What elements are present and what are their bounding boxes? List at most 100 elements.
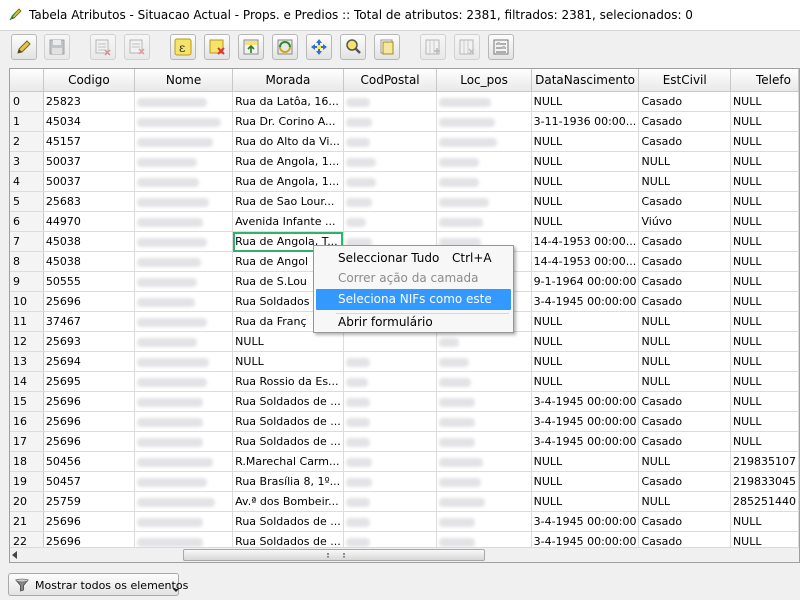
toggle-editing-button[interactable] <box>11 34 37 60</box>
row-header[interactable]: 11 <box>10 311 44 332</box>
cell-datanascimento[interactable]: 3-4-1945 00:00:00 <box>531 411 640 432</box>
table-row[interactable]: 18 50456 R.Marechal Carm... NULL NULL 2198351… <box>10 451 799 472</box>
cell-morada[interactable]: Rua Soldados de ... <box>232 511 344 532</box>
row-header[interactable]: 1 <box>10 111 44 132</box>
row-header[interactable]: 7 <box>10 231 44 252</box>
row-header[interactable]: 14 <box>10 371 44 392</box>
cell-estcivil[interactable]: NULL <box>638 331 731 352</box>
cell-nome-redacted[interactable] <box>134 371 234 392</box>
table-row[interactable]: 17 25696 Rua Soldados de ... 3-4-1945 00:00… <box>10 431 799 452</box>
cell-telefone[interactable]: NULL <box>730 91 799 112</box>
unselect-all-button[interactable] <box>204 34 230 60</box>
cell-telefone[interactable]: NULL <box>730 391 799 412</box>
cell-morada[interactable]: Rua da Latôa, 16... <box>232 91 344 112</box>
cell-estcivil[interactable]: Casado <box>638 291 731 312</box>
cell-morada[interactable]: Rua Brasília 8, 1º... <box>232 471 344 492</box>
table-row[interactable]: 1 45034 Rua Dr. Corino A... 3-11-1936 00:00… <box>10 111 799 132</box>
cell-datanascimento[interactable]: 3-4-1945 00:00:00 <box>531 431 640 452</box>
column-header-datanascimento[interactable]: DataNascimento <box>531 69 640 92</box>
cell-telefone[interactable]: NULL <box>730 291 799 312</box>
cell-telefone[interactable]: NULL <box>730 271 799 292</box>
cell-telefone[interactable]: NULL <box>730 511 799 532</box>
menu-item-select-all[interactable]: Seleccionar Tudo Ctrl+A <box>316 248 511 269</box>
cell-datanascimento[interactable]: 3-11-1936 00:00... <box>531 111 640 132</box>
cell-loc-pos-redacted[interactable] <box>436 391 532 412</box>
cell-codpostal-redacted[interactable] <box>343 131 438 152</box>
cell-datanascimento[interactable]: 3-4-1945 00:00:00 <box>531 291 640 312</box>
cell-codpostal-redacted[interactable] <box>343 411 438 432</box>
cell-codigo[interactable]: 45157 <box>43 131 135 152</box>
cell-codigo[interactable]: 50555 <box>43 271 135 292</box>
cell-nome-redacted[interactable] <box>134 211 234 232</box>
cell-datanascimento[interactable]: 3-4-1945 00:00:00 <box>531 511 640 532</box>
cell-morada[interactable]: Rua Soldados de ... <box>232 391 344 412</box>
row-header[interactable]: 16 <box>10 411 44 432</box>
cell-telefone[interactable]: NULL <box>730 431 799 452</box>
row-header[interactable]: 19 <box>10 471 44 492</box>
cell-loc-pos-redacted[interactable] <box>436 371 532 392</box>
cell-nome-redacted[interactable] <box>134 351 234 372</box>
cell-codpostal-redacted[interactable] <box>343 451 438 472</box>
cell-loc-pos-redacted[interactable] <box>436 511 532 532</box>
cell-datanascimento[interactable]: NULL <box>531 371 640 392</box>
cell-estcivil[interactable]: Casado <box>638 471 731 492</box>
cell-morada[interactable]: Rua Soldados de ... <box>232 411 344 432</box>
cell-telefone[interactable]: 285251440 <box>730 491 799 512</box>
cell-loc-pos-redacted[interactable] <box>436 471 532 492</box>
cell-nome-redacted[interactable] <box>134 231 234 252</box>
row-header[interactable]: 12 <box>10 331 44 352</box>
cell-datanascimento[interactable]: 14-4-1953 00:00... <box>531 251 640 272</box>
cell-codigo[interactable]: 44970 <box>43 211 135 232</box>
cell-codpostal-redacted[interactable] <box>343 91 438 112</box>
cell-estcivil[interactable]: Casado <box>638 251 731 272</box>
cell-nome-redacted[interactable] <box>134 271 234 292</box>
row-header[interactable]: 20 <box>10 491 44 512</box>
cell-estcivil[interactable]: Casado <box>638 411 731 432</box>
row-header[interactable]: 17 <box>10 431 44 452</box>
cell-codpostal-redacted[interactable] <box>343 171 438 192</box>
table-row[interactable]: 4 50037 Rua de Angola, 1... NULL NULL NULL <box>10 171 799 192</box>
row-header[interactable]: 21 <box>10 511 44 532</box>
cell-codigo[interactable]: 50037 <box>43 151 135 172</box>
cell-datanascimento[interactable]: 9-1-1964 00:00:00 <box>531 271 640 292</box>
cell-estcivil[interactable]: NULL <box>638 451 731 472</box>
table-row[interactable]: 16 25696 Rua Soldados de ... 3-4-1945 00:00… <box>10 411 799 432</box>
table-row[interactable]: 12 25693 NULL NULL NULL NULL <box>10 331 799 352</box>
cell-estcivil[interactable]: Casado <box>638 391 731 412</box>
scroll-left-arrow-icon[interactable] <box>12 551 17 559</box>
cell-codpostal-redacted[interactable] <box>343 351 438 372</box>
row-header[interactable]: 6 <box>10 211 44 232</box>
cell-nome-redacted[interactable] <box>134 151 234 172</box>
cell-codpostal-redacted[interactable] <box>343 511 438 532</box>
cell-estcivil[interactable]: NULL <box>638 311 731 332</box>
cell-morada[interactable]: Avenida Infante ... <box>232 211 344 232</box>
cell-telefone[interactable]: NULL <box>730 171 799 192</box>
cell-datanascimento[interactable]: 14-4-1953 00:00... <box>531 231 640 252</box>
cell-codpostal-redacted[interactable] <box>343 491 438 512</box>
cell-datanascimento[interactable]: NULL <box>531 331 640 352</box>
cell-telefone[interactable]: NULL <box>730 371 799 392</box>
cell-morada[interactable]: Rua Soldados de ... <box>232 431 344 452</box>
table-row[interactable]: 13 25694 NULL NULL NULL NULL <box>10 351 799 372</box>
cell-telefone[interactable]: NULL <box>730 211 799 232</box>
cell-datanascimento[interactable]: NULL <box>531 191 640 212</box>
cell-codpostal-redacted[interactable] <box>343 331 438 352</box>
save-edits-button[interactable] <box>44 34 70 60</box>
cell-codigo[interactable]: 37467 <box>43 311 135 332</box>
cell-morada[interactable]: NULL <box>232 351 344 372</box>
row-header[interactable]: 18 <box>10 451 44 472</box>
row-header[interactable]: 3 <box>10 151 44 172</box>
cell-codpostal-redacted[interactable] <box>343 431 438 452</box>
cell-morada[interactable]: Rua de Sao Lour... <box>232 191 344 212</box>
cell-nome-redacted[interactable] <box>134 171 234 192</box>
move-selection-top-button[interactable] <box>238 34 264 60</box>
cell-estcivil[interactable]: NULL <box>638 491 731 512</box>
cell-estcivil[interactable]: Casado <box>638 131 731 152</box>
cell-nome-redacted[interactable] <box>134 311 234 332</box>
delete-selection-button[interactable] <box>124 34 150 60</box>
cell-codigo[interactable]: 25696 <box>43 411 135 432</box>
cell-estcivil[interactable]: NULL <box>638 151 731 172</box>
row-header[interactable]: 8 <box>10 251 44 272</box>
cell-morada[interactable]: Rua de Angola, 1... <box>232 151 344 172</box>
column-header-nome[interactable]: Nome <box>134 69 234 92</box>
